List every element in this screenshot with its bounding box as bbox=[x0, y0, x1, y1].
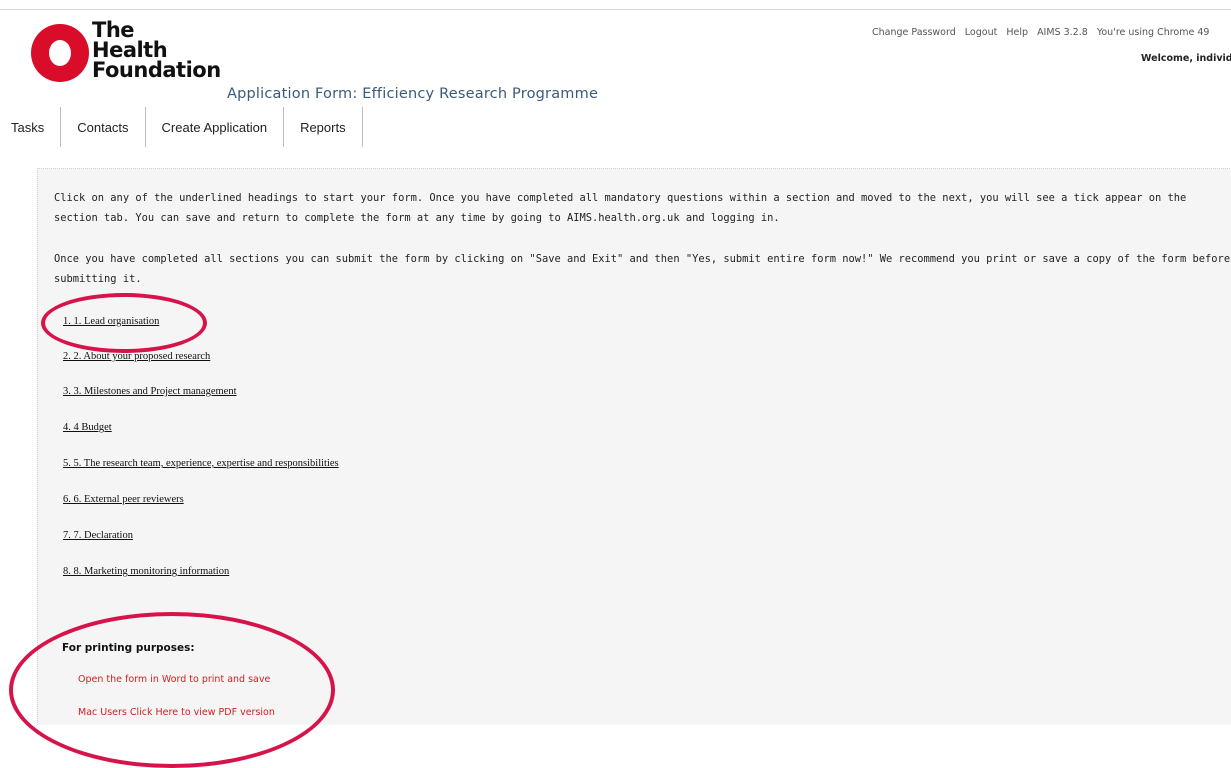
section-link-peer-reviewers[interactable]: 6. 6. External peer reviewers bbox=[63, 494, 184, 505]
change-password-link[interactable]: Change Password bbox=[872, 27, 956, 38]
section-link-declaration[interactable]: 7. 7. Declaration bbox=[63, 530, 133, 541]
section-link-proposed-research[interactable]: 2. 2. About your proposed research bbox=[63, 351, 210, 362]
health-foundation-logo-icon[interactable] bbox=[31, 24, 89, 82]
help-link[interactable]: Help bbox=[1006, 27, 1028, 38]
logo-line-1: The bbox=[92, 18, 135, 42]
intro-paragraph-2: Once you have completed all sections you… bbox=[54, 253, 1231, 285]
top-rule bbox=[0, 9, 1231, 10]
main-nav: Tasks Contacts Create Application Report… bbox=[0, 107, 363, 147]
form-panel: Click on any of the underlined headings … bbox=[37, 168, 1231, 725]
nav-contacts[interactable]: Contacts bbox=[61, 107, 146, 147]
section-link-lead-organisation[interactable]: 1. 1. Lead organisation bbox=[63, 316, 159, 327]
section-link-research-team[interactable]: 5. 5. The research team, experience, exp… bbox=[63, 458, 339, 469]
nav-reports[interactable]: Reports bbox=[284, 107, 363, 147]
logo-wordmark: The Health Foundation bbox=[92, 18, 221, 82]
page-title: Application Form: Efficiency Research Pr… bbox=[227, 86, 599, 102]
section-link-milestones[interactable]: 3. 3. Milestones and Project management bbox=[63, 386, 237, 397]
version-label: AIMS 3.2.8 bbox=[1037, 27, 1088, 38]
browser-label: You're using Chrome 49 bbox=[1096, 27, 1210, 38]
top-links: Change Password Logout Help AIMS 3.2.8 Y… bbox=[872, 27, 1215, 38]
open-word-link[interactable]: Open the form in Word to print and save bbox=[78, 674, 270, 685]
section-link-marketing-monitoring[interactable]: 8. 8. Marketing monitoring information bbox=[63, 566, 229, 577]
logo-line-2: Health bbox=[92, 38, 168, 62]
logout-link[interactable]: Logout bbox=[965, 27, 998, 38]
pdf-version-link[interactable]: Mac Users Click Here to view PDF version bbox=[78, 707, 275, 718]
welcome-message: Welcome, individu bbox=[1141, 53, 1231, 64]
logo-line-3: Foundation bbox=[92, 58, 221, 82]
nav-create-application[interactable]: Create Application bbox=[146, 107, 285, 147]
section-link-budget[interactable]: 4. 4 Budget bbox=[63, 422, 112, 433]
intro-paragraph-1: Click on any of the underlined headings … bbox=[54, 192, 1187, 224]
nav-tasks[interactable]: Tasks bbox=[0, 107, 62, 147]
printing-heading: For printing purposes: bbox=[62, 642, 195, 654]
